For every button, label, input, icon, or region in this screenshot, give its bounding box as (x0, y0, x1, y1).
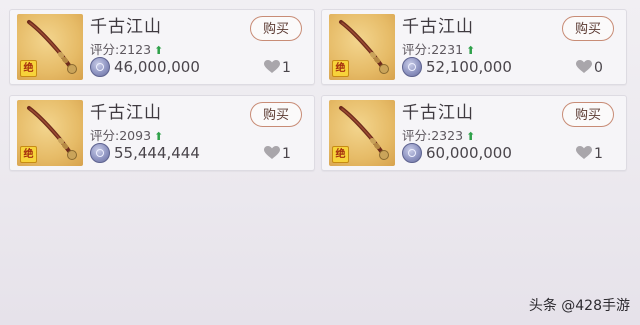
heart-icon[interactable] (264, 60, 280, 74)
buy-button[interactable]: 购买 (250, 102, 302, 127)
item-name: 千古江山 (402, 17, 474, 37)
like-count: 1 (282, 60, 291, 76)
currency-coin-icon (402, 143, 422, 163)
item-price: 46,000,000 (114, 58, 200, 76)
listing-card[interactable]: 绝 千古江山 评分:2231 ⬆ 52,100,000 购买 0 (321, 9, 627, 85)
watermark-text: 头条 @428手游 (528, 298, 630, 314)
heart-icon[interactable] (576, 146, 592, 160)
item-thumbnail[interactable]: 绝 (17, 100, 83, 166)
listing-card[interactable]: 绝 千古江山 评分:2123 ⬆ 46,000,000 购买 1 (9, 9, 315, 85)
rarity-badge: 绝 (332, 60, 349, 77)
rarity-badge: 绝 (20, 146, 37, 163)
item-price: 52,100,000 (426, 58, 512, 76)
listing-card[interactable]: 绝 千古江山 评分:2323 ⬆ 60,000,000 购买 1 (321, 95, 627, 171)
score-value: 2323 (431, 128, 464, 143)
score-value: 2093 (119, 128, 152, 143)
score-label: 评分: (90, 128, 120, 143)
like-count: 0 (594, 60, 603, 76)
score-value: 2123 (119, 42, 152, 57)
listing-card[interactable]: 绝 千古江山 评分:2093 ⬆ 55,444,444 购买 1 (9, 95, 315, 171)
currency-coin-icon (402, 57, 422, 77)
item-thumbnail[interactable]: 绝 (329, 14, 395, 80)
item-thumbnail[interactable]: 绝 (17, 14, 83, 80)
like-count: 1 (594, 146, 603, 162)
item-name: 千古江山 (90, 103, 162, 123)
up-arrow-icon: ⬆ (466, 44, 476, 57)
score-label: 评分: (90, 42, 120, 57)
item-score: 评分:2093 ⬆ (90, 125, 163, 144)
currency-coin-icon (90, 143, 110, 163)
rarity-badge: 绝 (20, 60, 37, 77)
heart-icon[interactable] (576, 60, 592, 74)
score-label: 评分: (402, 128, 432, 143)
up-arrow-icon: ⬆ (154, 44, 164, 57)
item-thumbnail[interactable]: 绝 (329, 100, 395, 166)
buy-button[interactable]: 购买 (562, 16, 614, 41)
item-name: 千古江山 (90, 17, 162, 37)
score-value: 2231 (431, 42, 464, 57)
item-score: 评分:2123 ⬆ (90, 39, 163, 58)
item-score: 评分:2323 ⬆ (402, 125, 475, 144)
currency-coin-icon (90, 57, 110, 77)
score-label: 评分: (402, 42, 432, 57)
up-arrow-icon: ⬆ (466, 130, 476, 143)
heart-icon[interactable] (264, 146, 280, 160)
rarity-badge: 绝 (332, 146, 349, 163)
item-price: 55,444,444 (114, 144, 200, 162)
item-score: 评分:2231 ⬆ (402, 39, 475, 58)
buy-button[interactable]: 购买 (562, 102, 614, 127)
like-count: 1 (282, 146, 291, 162)
up-arrow-icon: ⬆ (154, 130, 164, 143)
item-price: 60,000,000 (426, 144, 512, 162)
buy-button[interactable]: 购买 (250, 16, 302, 41)
item-name: 千古江山 (402, 103, 474, 123)
